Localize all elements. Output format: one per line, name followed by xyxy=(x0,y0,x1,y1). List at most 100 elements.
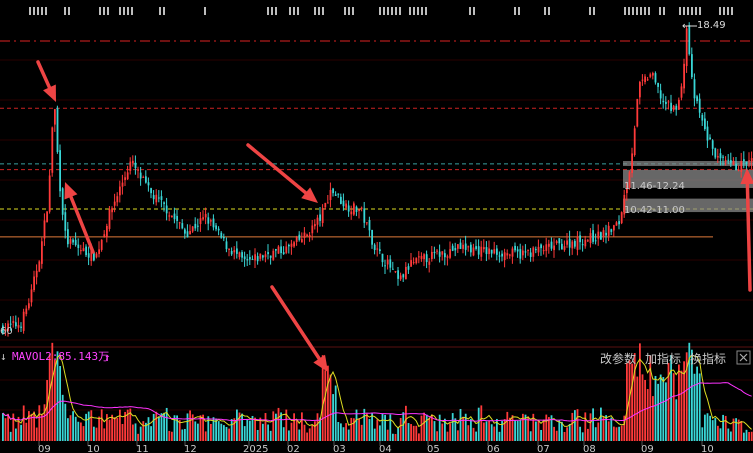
candle-body xyxy=(600,232,602,240)
candle-body xyxy=(142,176,145,178)
volume-bar xyxy=(230,419,233,441)
volume-bar xyxy=(85,413,87,441)
volume-bar xyxy=(592,408,594,441)
candle-body xyxy=(194,223,197,229)
candle-body xyxy=(158,197,160,199)
candle-body xyxy=(394,271,397,273)
candle-body xyxy=(15,322,17,327)
x-tick-label: 11 xyxy=(136,444,149,453)
arrow-head xyxy=(64,182,78,200)
candle-body xyxy=(9,323,12,325)
candle-body xyxy=(698,98,701,113)
volume-bar xyxy=(22,405,25,441)
volume-bar xyxy=(298,429,301,441)
volume-bar xyxy=(223,425,225,441)
candle-body xyxy=(254,254,256,261)
volume-bar xyxy=(272,411,275,441)
close-icon[interactable] xyxy=(736,350,751,365)
candle-body xyxy=(275,249,277,251)
y-tick-label: 60 xyxy=(0,326,13,337)
candle-body xyxy=(693,79,696,99)
x-tick-label: 09 xyxy=(641,444,654,453)
candle-body xyxy=(719,153,722,159)
candle-body xyxy=(436,250,438,252)
volume-bar xyxy=(147,417,150,441)
volume-bar xyxy=(327,365,329,441)
annotation-arrow xyxy=(36,60,56,102)
candle-body xyxy=(290,243,293,247)
volume-bar xyxy=(397,427,399,441)
candle-body xyxy=(392,268,394,270)
volume-bar xyxy=(540,429,542,441)
candle-body xyxy=(506,253,509,256)
volume-bar xyxy=(184,428,186,441)
candle-body xyxy=(503,252,506,260)
volume-bar xyxy=(701,427,704,441)
candle-body xyxy=(659,90,662,99)
candle-body xyxy=(516,249,519,252)
candle-body xyxy=(121,182,124,187)
volume-bar xyxy=(116,417,119,441)
candle-body xyxy=(587,240,589,242)
volume-bar xyxy=(584,412,587,441)
candle-body xyxy=(150,188,152,194)
switch-indicator-button[interactable]: 换指标 xyxy=(690,351,726,366)
volume-bar xyxy=(631,363,633,441)
add-indicator-button[interactable]: 加指标 xyxy=(645,351,681,366)
volume-bar xyxy=(233,418,236,441)
candle-body xyxy=(438,251,441,257)
candle-body xyxy=(113,201,116,206)
volume-bar xyxy=(194,421,197,441)
volume-bar xyxy=(392,433,394,441)
candle-body xyxy=(613,225,615,231)
volume-bar xyxy=(311,425,314,441)
volume-bar xyxy=(613,426,615,441)
candle-body xyxy=(415,258,418,264)
candle-body xyxy=(532,247,535,257)
volume-bar xyxy=(641,374,644,441)
volume-bar xyxy=(303,424,306,441)
candle-body xyxy=(412,262,415,264)
volume-bar xyxy=(618,426,620,441)
mavol-label: MAVOL2:85.143万 xyxy=(12,350,109,363)
volume-bar xyxy=(256,429,259,441)
volume-bar xyxy=(152,413,155,441)
volume-bar xyxy=(412,425,415,441)
candle-body xyxy=(579,235,581,243)
candle-body xyxy=(425,254,428,263)
candle-body xyxy=(293,242,295,247)
arrow-head xyxy=(313,354,328,372)
volume-bar xyxy=(475,431,477,441)
volume-bar xyxy=(376,419,379,441)
change-params-button[interactable]: 改参数 xyxy=(600,351,636,366)
volume-bar xyxy=(750,431,753,441)
candle-body xyxy=(147,182,150,186)
candle-body xyxy=(103,234,106,237)
candle-body xyxy=(691,54,693,78)
candle-body xyxy=(706,126,709,141)
candle-body xyxy=(165,205,168,214)
x-tick-label: 06 xyxy=(487,444,500,453)
volume-bar xyxy=(254,417,256,441)
volume-bar xyxy=(282,427,285,441)
volume-bar xyxy=(568,423,571,441)
candle-body xyxy=(197,225,199,227)
volume-bar xyxy=(600,407,602,441)
candle-body xyxy=(540,244,542,249)
candle-body xyxy=(594,240,597,242)
zone-label-upper: 11.46-12.24 xyxy=(624,181,685,192)
candle-body xyxy=(384,265,386,267)
candle-body xyxy=(368,219,371,231)
volume-bar xyxy=(87,411,90,441)
candle-body xyxy=(550,241,553,249)
volume-bar xyxy=(181,429,184,441)
candle-body xyxy=(46,211,48,223)
volume-bar xyxy=(64,403,67,441)
candle-body xyxy=(35,270,38,278)
volume-bar xyxy=(4,418,7,441)
candle-body xyxy=(483,247,485,250)
volume-bar xyxy=(410,424,412,441)
candle-body xyxy=(108,209,111,229)
volume-bar xyxy=(249,420,251,441)
volume-bar xyxy=(467,425,470,441)
